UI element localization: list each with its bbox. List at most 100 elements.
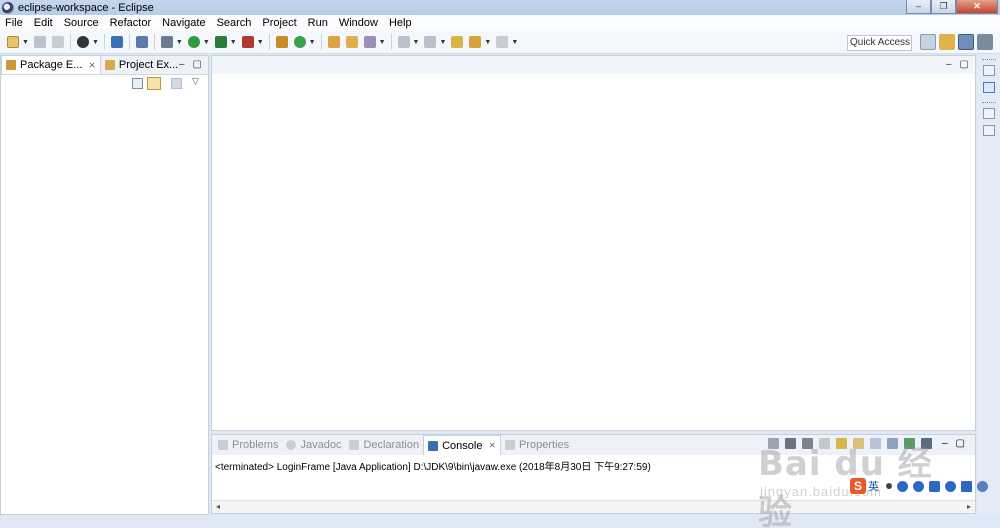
previous-annotation-dropdown-icon[interactable]: ▼ bbox=[439, 39, 446, 46]
minimize-view-icon[interactable]: – bbox=[179, 59, 185, 70]
previous-annotation-icon[interactable] bbox=[424, 36, 437, 48]
minimize-editor-icon[interactable]: – bbox=[946, 59, 952, 70]
view-menu-icon[interactable]: ▽ bbox=[192, 76, 199, 87]
clear-console-icon[interactable] bbox=[818, 438, 830, 449]
trim-grip[interactable] bbox=[982, 102, 996, 104]
menu-source[interactable]: Source bbox=[64, 17, 99, 29]
title-bar: eclipse-workspace - Eclipse – ❐ ✕ bbox=[0, 0, 1000, 15]
menu-help[interactable]: Help bbox=[389, 17, 412, 29]
outline-icon[interactable] bbox=[983, 82, 995, 93]
new-dropdown-icon[interactable]: ▼ bbox=[22, 39, 29, 46]
terminal-icon[interactable] bbox=[110, 36, 123, 48]
last-edit-location-icon[interactable] bbox=[451, 36, 464, 48]
restore-task-list-icon[interactable] bbox=[983, 108, 995, 119]
back-icon[interactable] bbox=[469, 36, 482, 48]
keyboard-icon[interactable] bbox=[929, 480, 940, 492]
sogou-logo-icon[interactable]: S bbox=[850, 478, 866, 494]
tab-console[interactable]: Console ⨯ bbox=[423, 435, 501, 455]
debug-perspective-icon[interactable] bbox=[977, 34, 993, 50]
new-class-dropdown-icon[interactable]: ▼ bbox=[309, 39, 316, 46]
scroll-left-icon[interactable]: ◂ bbox=[216, 502, 220, 511]
settings-icon[interactable] bbox=[977, 480, 988, 492]
profile-icon[interactable] bbox=[76, 36, 89, 48]
focus-on-active-task-icon[interactable] bbox=[171, 78, 182, 89]
menu-project[interactable]: Project bbox=[262, 17, 296, 29]
run-icon[interactable] bbox=[187, 36, 200, 48]
save-icon[interactable] bbox=[33, 36, 46, 48]
tab-declaration[interactable]: Declaration bbox=[345, 436, 423, 455]
terminate-icon[interactable] bbox=[767, 438, 779, 449]
punctuation-icon[interactable] bbox=[886, 483, 892, 489]
tab-problems[interactable]: Problems bbox=[214, 436, 282, 455]
tab-javadoc[interactable]: Javadoc bbox=[282, 436, 345, 455]
forward-dropdown-icon[interactable]: ▼ bbox=[511, 39, 518, 46]
pin-console-icon[interactable] bbox=[886, 438, 898, 449]
ime-language[interactable]: 英 bbox=[868, 478, 879, 494]
debug-dropdown-icon[interactable]: ▼ bbox=[176, 39, 183, 46]
new-java-class-icon[interactable] bbox=[293, 36, 306, 48]
remove-launch-icon[interactable] bbox=[784, 438, 796, 449]
close-button[interactable]: ✕ bbox=[956, 0, 998, 14]
emoji-icon[interactable] bbox=[897, 480, 908, 492]
maximize-editor-icon[interactable]: ▢ bbox=[960, 59, 969, 70]
external-tools-dropdown-icon[interactable]: ▼ bbox=[257, 39, 264, 46]
tab-properties[interactable]: Properties bbox=[501, 436, 573, 455]
task-list-icon[interactable] bbox=[983, 125, 995, 136]
save-all-icon[interactable] bbox=[51, 36, 64, 48]
next-annotation-dropdown-icon[interactable]: ▼ bbox=[413, 39, 420, 46]
skin-icon[interactable] bbox=[945, 480, 956, 492]
restore-button[interactable]: ❐ bbox=[931, 0, 956, 14]
minimize-button[interactable]: – bbox=[906, 0, 931, 14]
trim-grip[interactable] bbox=[982, 59, 996, 61]
coverage-icon[interactable] bbox=[214, 36, 227, 48]
word-wrap-icon[interactable] bbox=[852, 438, 864, 449]
restore-outline-icon[interactable] bbox=[983, 65, 995, 76]
java-perspective-icon[interactable] bbox=[958, 34, 974, 50]
remove-all-terminated-icon[interactable] bbox=[801, 438, 813, 449]
java-ee-perspective-icon[interactable] bbox=[939, 34, 955, 50]
menu-file[interactable]: File bbox=[5, 17, 23, 29]
debug-icon[interactable] bbox=[160, 36, 173, 48]
minimize-view-icon[interactable]: – bbox=[942, 438, 948, 449]
toolbar-separator bbox=[390, 34, 392, 50]
collapse-all-icon[interactable] bbox=[132, 78, 143, 89]
close-tab-icon[interactable]: ⨯ bbox=[88, 60, 96, 71]
next-annotation-icon[interactable] bbox=[397, 36, 410, 48]
skip-breakpoints-icon[interactable] bbox=[135, 36, 148, 48]
external-tools-icon[interactable] bbox=[241, 36, 254, 48]
close-tab-icon[interactable]: ⨯ bbox=[488, 440, 496, 451]
scroll-lock-icon[interactable] bbox=[835, 438, 847, 449]
search-dropdown-icon[interactable]: ▼ bbox=[379, 39, 386, 46]
forward-icon[interactable] bbox=[496, 36, 509, 48]
maximize-view-icon[interactable]: ▢ bbox=[956, 438, 965, 449]
menu-edit[interactable]: Edit bbox=[34, 17, 53, 29]
open-type-icon[interactable] bbox=[327, 36, 340, 48]
maximize-view-icon[interactable]: ▢ bbox=[193, 59, 202, 70]
menu-refactor[interactable]: Refactor bbox=[110, 17, 152, 29]
new-java-package-icon[interactable] bbox=[275, 36, 288, 48]
profile-dropdown-icon[interactable]: ▼ bbox=[92, 39, 99, 46]
menu-navigate[interactable]: Navigate bbox=[162, 17, 205, 29]
run-dropdown-icon[interactable]: ▼ bbox=[203, 39, 210, 46]
open-perspective-icon[interactable] bbox=[920, 34, 936, 50]
menu-search[interactable]: Search bbox=[217, 17, 252, 29]
quick-access-field[interactable]: Quick Access bbox=[847, 35, 912, 51]
new-icon[interactable] bbox=[7, 36, 19, 48]
menu-window[interactable]: Window bbox=[339, 17, 378, 29]
microphone-icon[interactable] bbox=[913, 480, 924, 492]
back-dropdown-icon[interactable]: ▼ bbox=[484, 39, 491, 46]
link-with-editor-icon[interactable] bbox=[147, 77, 161, 90]
scroll-right-icon[interactable]: ▸ bbox=[967, 502, 971, 511]
editor-area[interactable]: – ▢ bbox=[211, 55, 976, 431]
search-icon[interactable] bbox=[363, 36, 376, 48]
tab-package-explorer[interactable]: Package E... ⨯ bbox=[1, 55, 101, 74]
menu-run[interactable]: Run bbox=[308, 17, 328, 29]
display-console-icon[interactable] bbox=[903, 438, 915, 449]
toolbox-icon[interactable] bbox=[961, 480, 972, 492]
open-console-icon[interactable] bbox=[920, 438, 932, 449]
horizontal-scrollbar[interactable]: ◂ ▸ bbox=[212, 500, 975, 513]
declaration-icon bbox=[349, 440, 360, 450]
show-on-output-icon[interactable] bbox=[869, 438, 881, 449]
open-task-icon[interactable] bbox=[345, 36, 358, 48]
coverage-dropdown-icon[interactable]: ▼ bbox=[230, 39, 237, 46]
